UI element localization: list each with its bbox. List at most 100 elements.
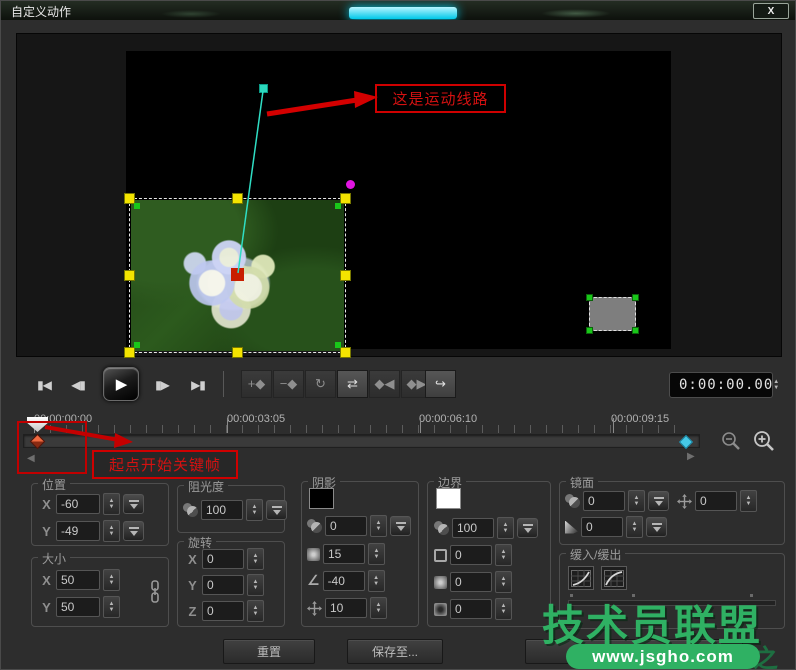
mirror-gradient-spinner[interactable] (626, 516, 643, 538)
mirror-transparency-slider-button[interactable] (648, 491, 669, 511)
rotation-z-spinner[interactable] (247, 600, 264, 622)
position-group-label: 位置 (38, 476, 71, 493)
position-y-slider-button[interactable] (123, 521, 144, 541)
position-x-slider-button[interactable] (123, 494, 144, 514)
zoom-in-icon[interactable] (753, 430, 775, 452)
reverse-keyframes-button[interactable]: ⇄ (337, 370, 368, 398)
rotate-handle[interactable] (134, 203, 140, 209)
rotate-handle[interactable] (335, 342, 341, 348)
resize-handle[interactable] (231, 347, 243, 358)
border-depth-input[interactable] (450, 599, 492, 619)
shadow-distance-input[interactable] (325, 598, 367, 618)
rotate-handle[interactable] (586, 294, 593, 301)
shadow-transparency-input[interactable] (325, 516, 367, 536)
mirror-gradient-input[interactable] (581, 517, 623, 537)
rotation-y-spinner[interactable] (247, 574, 264, 596)
border-soft-edge-input[interactable] (450, 572, 492, 592)
shadow-transparency-slider-button[interactable] (390, 516, 411, 536)
resize-handle[interactable] (340, 193, 351, 204)
mirror-distance-input[interactable] (695, 491, 737, 511)
opacity-slider-button[interactable] (266, 500, 287, 520)
resize-handle[interactable] (124, 269, 135, 281)
clip-selection-box[interactable] (124, 193, 351, 358)
size-y-input[interactable] (56, 597, 100, 617)
shadow-group: 阴影 ∠ (301, 474, 419, 627)
save-to-button[interactable]: 保存至... (347, 639, 443, 664)
rotation-group: 旋转 X Y Z (177, 534, 285, 627)
border-transparency-input[interactable] (452, 518, 494, 538)
timecode-display[interactable]: 0:00:00.00 (669, 372, 773, 398)
rotate-handle[interactable] (632, 327, 639, 334)
ruler-tick-label: 00:00:06:10 (419, 413, 478, 425)
title-bar[interactable]: 自定义动作 X (1, 1, 795, 20)
rotate-handle[interactable] (134, 342, 140, 348)
rotate-handle[interactable] (632, 294, 639, 301)
border-size-spinner[interactable] (495, 544, 512, 566)
link-aspect-icon[interactable] (149, 580, 161, 604)
shadow-color-swatch[interactable] (309, 488, 334, 509)
ease-out-button[interactable] (601, 566, 627, 590)
border-depth-spinner[interactable] (495, 598, 512, 620)
ease-in-button[interactable] (568, 566, 594, 590)
mirror-distance-spinner[interactable] (740, 490, 757, 512)
play-button[interactable]: ▶ (103, 367, 139, 401)
rotation-x-spinner[interactable] (247, 548, 264, 570)
resize-handle[interactable] (340, 347, 351, 358)
remove-keyframe-button[interactable]: −◆ (273, 370, 304, 398)
shadow-angle-spinner[interactable] (367, 570, 385, 592)
border-color-swatch[interactable] (436, 488, 461, 509)
rotate-handle[interactable] (335, 203, 341, 209)
flip-keyframes-button[interactable]: ↻ (305, 370, 336, 398)
position-x-input[interactable] (56, 494, 100, 514)
scroll-right-icon[interactable]: ▶ (687, 451, 695, 462)
anchor-point-marker[interactable] (230, 267, 244, 281)
rotation-z-input[interactable] (202, 601, 244, 621)
border-transparency-spinner[interactable] (497, 517, 514, 539)
motion-end-position-box[interactable] (586, 294, 639, 334)
position-y-input[interactable] (56, 521, 100, 541)
mirror-transparency-spinner[interactable] (628, 490, 645, 512)
resize-handle[interactable] (340, 269, 351, 281)
size-x-input[interactable] (56, 570, 100, 590)
shadow-distance-spinner[interactable] (370, 597, 387, 619)
opacity-spinner[interactable] (246, 499, 263, 521)
border-size-input[interactable] (450, 545, 492, 565)
rotation-x-input[interactable] (202, 549, 244, 569)
rotation-y-input[interactable] (202, 575, 244, 595)
timeline-track[interactable] (23, 434, 700, 448)
close-button[interactable]: X (753, 3, 789, 19)
add-keyframe-button[interactable]: +◆ (241, 370, 272, 398)
motion-curve-button[interactable]: ↪ (425, 370, 456, 398)
size-x-spinner[interactable] (103, 569, 120, 591)
go-to-start-button[interactable]: ▮◀ (29, 371, 59, 399)
zoom-out-icon[interactable] (721, 431, 741, 451)
step-back-button[interactable]: ◀▮ (63, 371, 93, 399)
shadow-soft-edge-input[interactable] (323, 544, 365, 564)
border-transparency-slider-button[interactable] (517, 518, 538, 538)
motion-path-node[interactable] (259, 84, 268, 93)
position-x-spinner[interactable] (103, 493, 120, 515)
timecode-spinner[interactable] (773, 375, 779, 395)
toolbar-separator (223, 371, 224, 397)
resize-handle[interactable] (231, 193, 243, 204)
shadow-transparency-spinner[interactable] (370, 515, 387, 537)
position-y-spinner[interactable] (103, 520, 120, 542)
opacity-input[interactable] (201, 500, 243, 520)
border-soft-edge-spinner[interactable] (495, 571, 512, 593)
border-group: 边界 (427, 474, 551, 627)
shadow-soft-edge-spinner[interactable] (368, 543, 385, 565)
mirror-gradient-slider-button[interactable] (646, 517, 667, 537)
go-to-end-button[interactable]: ▶▮ (183, 371, 213, 399)
y-axis-label: Y (188, 577, 197, 593)
prev-keyframe-button[interactable]: ◆◀ (369, 370, 400, 398)
resize-handle[interactable] (124, 347, 135, 358)
reset-button[interactable]: 重置 (223, 639, 315, 664)
motion-keyframe-dot[interactable] (346, 180, 355, 189)
shadow-angle-input[interactable] (322, 571, 365, 591)
size-y-spinner[interactable] (103, 596, 120, 618)
size-group: 大小 X Y (31, 550, 169, 627)
rotate-handle[interactable] (586, 327, 593, 334)
mirror-transparency-input[interactable] (583, 491, 625, 511)
opacity-group: 阻光度 (177, 478, 287, 533)
step-forward-button[interactable]: ▮▶ (147, 371, 177, 399)
